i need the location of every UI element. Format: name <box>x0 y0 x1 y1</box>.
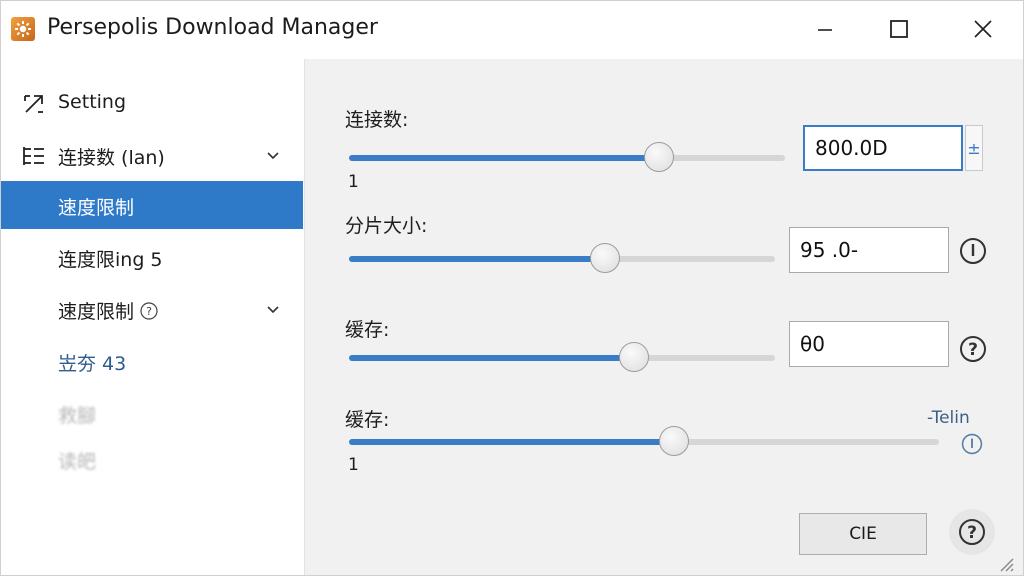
sidebar-item-label-wrap: 速度限制? <box>58 297 158 324</box>
chunk-size-input[interactable]: 95 .0- <box>789 227 949 273</box>
slider-thumb[interactable] <box>589 243 620 273</box>
cache-label: 缓存: <box>345 319 390 341</box>
sidebar-item-connections[interactable]: 连接数 (lan) <box>1 131 303 179</box>
sidebar-item-label: 连度限ing 5 <box>58 249 163 271</box>
sidebar-item-speed-limit[interactable]: 速度限制 <box>1 181 303 229</box>
cache-2-min-label: 1 <box>348 455 359 475</box>
cache-input[interactable]: θ0 <box>789 321 949 367</box>
resize-grip-icon[interactable] <box>997 555 1015 573</box>
svg-text:?: ? <box>968 340 978 360</box>
sidebar-item-misc[interactable]: 岦夯 43 <box>1 337 303 385</box>
svg-text:?: ? <box>146 305 152 318</box>
help-circle-icon[interactable]: ? <box>959 335 987 363</box>
help-circle-icon: ? <box>959 519 985 545</box>
telin-link[interactable]: -Telin <box>927 408 970 428</box>
sidebar-item-speed-limit-2[interactable]: 连度限ing 5 <box>1 233 303 281</box>
list-tree-icon <box>23 147 44 165</box>
connections-min-label: 1 <box>348 172 359 192</box>
info-icon[interactable] <box>961 433 983 455</box>
cache-2-slider[interactable] <box>349 426 939 456</box>
slider-fill <box>349 439 674 445</box>
expand-arrows-icon <box>24 95 43 113</box>
sidebar-item-label: 读皅 <box>58 451 97 473</box>
chevron-down-icon[interactable] <box>265 147 281 163</box>
chevron-down-icon[interactable] <box>265 301 281 317</box>
connections-input[interactable]: 800.0D <box>803 125 963 171</box>
title-bar: Persepolis Download Manager <box>1 1 1023 59</box>
cache-slider[interactable] <box>349 342 775 372</box>
sidebar: Setting 连接数 (lan) 速度限制 连度限ing 5 速度限制? 岦夯… <box>1 59 303 575</box>
chunk-size-slider[interactable] <box>349 243 775 273</box>
window-title: Persepolis Download Manager <box>47 15 378 40</box>
sidebar-item-disabled-1: 救腳 <box>1 389 303 437</box>
connections-spin-button[interactable]: ± <box>965 125 983 171</box>
sidebar-item-label: 救腳 <box>58 405 97 427</box>
minimize-button[interactable] <box>801 9 849 49</box>
sidebar-item-label: Setting <box>58 91 127 113</box>
slider-thumb[interactable] <box>619 342 650 372</box>
help-circle-icon[interactable]: ? <box>140 302 158 320</box>
help-button[interactable]: ? <box>949 509 995 555</box>
svg-text:?: ? <box>967 523 977 543</box>
settings-panel: 连接数: 1 800.0D ± 分片大小: 95 .0- 缓存: θ0 ? 缓存… <box>304 59 1023 575</box>
info-icon[interactable] <box>959 237 987 265</box>
app-logo-icon <box>11 17 35 41</box>
connections-label: 连接数: <box>345 109 409 131</box>
cie-button[interactable]: CIE <box>799 513 927 555</box>
slider-fill <box>349 256 605 262</box>
chunk-size-label: 分片大小: <box>345 215 428 237</box>
sidebar-item-setting[interactable]: Setting <box>1 79 303 127</box>
connections-slider[interactable] <box>349 142 785 172</box>
sidebar-item-label: 连接数 (lan) <box>58 147 165 169</box>
sidebar-item-disabled-2: 读皅 <box>1 435 303 483</box>
minimize-icon <box>818 29 832 31</box>
slider-fill <box>349 355 635 361</box>
sidebar-item-label: 速度限制 <box>58 301 135 323</box>
app-window: Persepolis Download Manager Setting 连接数 … <box>0 0 1024 576</box>
sidebar-item-speed-limit-3[interactable]: 速度限制? <box>1 285 303 333</box>
sidebar-item-label: 速度限制 <box>58 197 135 219</box>
maximize-icon <box>890 20 908 38</box>
close-button[interactable] <box>959 9 1007 49</box>
slider-thumb[interactable] <box>643 142 674 172</box>
close-icon <box>974 20 992 38</box>
cache-2-label: 缓存: <box>345 409 390 431</box>
slider-fill <box>349 155 659 161</box>
sidebar-item-label: 岦夯 43 <box>58 353 127 375</box>
slider-thumb[interactable] <box>658 426 689 456</box>
maximize-button[interactable] <box>875 9 923 49</box>
